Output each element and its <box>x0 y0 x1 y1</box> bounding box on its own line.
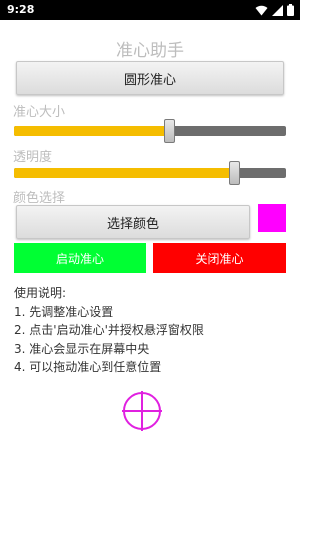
status-time: 9:28 <box>7 3 35 16</box>
stop-crosshair-button[interactable]: 关闭准心 <box>153 243 286 273</box>
instruction-item: 2. 点击'启动准心'并授权悬浮窗权限 <box>14 323 204 337</box>
crosshair-shape-button[interactable]: 圆形准心 <box>16 61 284 95</box>
opacity-slider-fill <box>14 168 235 178</box>
battery-icon <box>287 4 294 16</box>
opacity-slider[interactable] <box>14 159 286 187</box>
size-slider-fill <box>14 126 170 136</box>
wifi-icon <box>255 5 268 15</box>
crosshair-preview-icon <box>122 391 162 431</box>
signal-icon <box>272 4 283 16</box>
instructions-title: 使用说明: <box>14 286 67 300</box>
size-slider-thumb[interactable] <box>164 119 176 143</box>
size-slider[interactable] <box>14 117 286 145</box>
color-label: 颜色选择 <box>13 191 66 206</box>
color-preview-swatch[interactable] <box>258 204 286 232</box>
instruction-item: 4. 可以拖动准心到任意位置 <box>14 360 162 374</box>
opacity-slider-thumb[interactable] <box>229 161 241 185</box>
instructions: 使用说明: 1. 先调整准心设置 2. 点击'启动准心'并授权悬浮窗权限 3. … <box>14 284 204 377</box>
status-bar: 9:28 <box>0 0 300 20</box>
pick-color-button[interactable]: 选择颜色 <box>16 205 250 239</box>
app-title: 准心助手 <box>116 41 184 61</box>
start-crosshair-button[interactable]: 启动准心 <box>14 243 146 273</box>
status-icons <box>255 4 294 16</box>
instruction-item: 1. 先调整准心设置 <box>14 304 114 319</box>
instruction-item: 3. 准心会显示在屏幕中央 <box>14 341 150 356</box>
